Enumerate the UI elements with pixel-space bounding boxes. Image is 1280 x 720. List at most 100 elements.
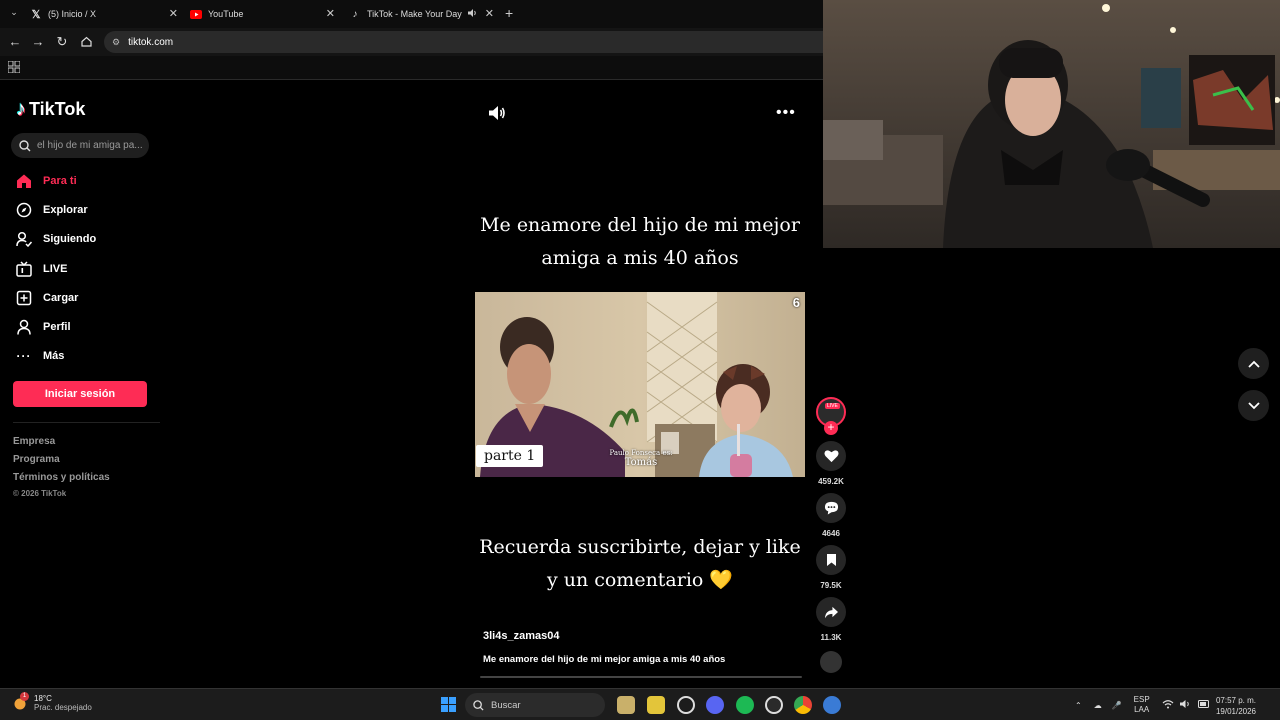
home-icon[interactable] [78,34,94,50]
sidebar-item-label: Para ti [43,175,77,187]
upload-plus-icon [16,290,32,306]
close-tab-icon[interactable]: ✕ [169,7,178,20]
close-tab-icon[interactable]: ✕ [485,7,494,20]
url-field[interactable]: ⚙ tiktok.com [104,31,823,53]
battery-icon[interactable] [1197,700,1210,710]
credit-line-2: Tomás [624,457,658,468]
video-progress-bar[interactable] [480,676,802,678]
next-video-button[interactable] [1238,390,1269,421]
microphone-icon[interactable]: 🎤 [1112,701,1122,710]
channel-logo: 6 [792,295,800,310]
video-username[interactable]: 3li4s_zamas04 [483,630,559,642]
save-count: 79.5K [820,581,842,590]
previous-video-button[interactable] [1238,348,1269,379]
share-button[interactable] [816,597,846,627]
bookmark-button[interactable] [816,545,846,575]
show-hidden-icons[interactable]: ⌃ [1075,701,1082,710]
new-tab-button[interactable]: + [505,5,513,21]
taskbar-search-label: Buscar [491,699,521,711]
volume-icon[interactable] [488,104,506,122]
login-button[interactable]: Iniciar sesión [13,381,147,407]
tab-title: TikTok - Make Your Day [367,9,462,19]
wifi-icon[interactable] [1162,699,1174,711]
footer-link-empresa[interactable]: Empresa [13,436,55,447]
sidebar-item-label: Cargar [43,292,79,304]
spotify-icon[interactable] [736,696,754,714]
network-app-icon[interactable] [823,696,841,714]
windows-start-icon[interactable] [441,697,456,712]
tab-tiktok[interactable]: ♪ TikTok - Make Your Day ✕ [349,2,495,26]
tab-search-button[interactable]: ⌄ [7,7,21,21]
language-bottom: LAA [1134,705,1150,714]
video-player[interactable]: 6 parte 1 Paulo Fonseca es: Tomás [475,292,805,477]
search-icon [19,139,31,151]
tab-x[interactable]: 𝕏 (5) Inicio / X ✕ [30,2,178,26]
site-info-icon[interactable]: ⚙ [112,37,120,48]
like-count: 459.2K [818,477,844,486]
heart-icon [823,450,839,463]
obs-icon[interactable] [765,696,783,714]
sidebar-item-mas[interactable]: ··· Más [16,345,65,367]
speaker-icon[interactable] [468,8,478,20]
discord-icon[interactable] [706,696,724,714]
taskbar-clock[interactable]: 07:57 p. m. 19/01/2026 [1216,695,1256,717]
clock-date: 19/01/2026 [1215,707,1256,716]
weather-temperature: 18°C [34,694,52,703]
language-indicator[interactable]: ESP LAA [1134,695,1150,715]
sidebar-item-explorar[interactable]: Explorar [16,199,88,221]
copyright-text: © 2026 TikTok [13,489,67,498]
apps-grid-icon[interactable] [8,61,20,73]
credit-line-1: Paulo Fonseca es: [609,449,673,457]
comment-count: 4646 [822,529,840,538]
tiktok-logo[interactable]: ♪ TikTok [16,98,85,121]
forward-icon[interactable]: → [30,34,46,50]
x-logo-icon: 𝕏 [31,8,41,21]
sidebar-item-perfil[interactable]: Perfil [16,316,71,338]
close-tab-icon[interactable]: ✕ [326,7,335,20]
weather-condition: Prac. despejado [34,703,92,712]
address-bar: ← → ↻ ⚙ tiktok.com [0,28,823,56]
sidebar-item-label: Perfil [43,321,71,333]
system-tray: ⌃ ☁ 🎤 ESP LAA [1075,689,1210,720]
back-icon[interactable]: ← [7,34,23,50]
sticky-notes-icon[interactable] [647,696,665,714]
tab-youtube[interactable]: YouTube ✕ [190,2,335,26]
compass-icon [16,202,32,218]
sidebar-item-label: Siguiendo [43,233,97,245]
search-input[interactable]: el hijo de mi amiga pa... [11,133,149,158]
comment-button[interactable] [816,493,846,523]
chevron-down-icon [1247,401,1260,409]
chrome-icon[interactable] [794,696,812,714]
sidebar-item-label: Más [43,350,65,362]
video-caption-top: Me enamore del hijo de mi mejor amiga a … [480,214,800,269]
tiktok-logo-icon: ♪ [352,8,358,20]
clock-time: 07:57 p. m. [1215,696,1256,705]
reload-icon[interactable]: ↻ [54,34,70,50]
tab-title: YouTube [208,9,244,19]
bookmark-icon [826,554,836,566]
file-explorer-icon[interactable] [617,696,635,714]
sidebar-item-live[interactable]: LIVE [16,258,67,280]
taskbar-search[interactable]: Buscar [465,693,605,717]
cloud-icon[interactable]: ☁ [1094,701,1102,710]
browser-tab-bar: ⌄ 𝕏 (5) Inicio / X ✕ YouTube ✕ ♪ TikTok … [0,0,823,28]
language-top: ESP [1133,695,1150,704]
video-caption-bottom: Recuerda suscribirte, dejar y like y un … [479,536,801,591]
share-arrow-icon [824,606,838,618]
more-dots-icon: ··· [16,349,32,363]
follow-button[interactable]: + [824,421,838,435]
weather-widget[interactable]: 1 18°C Prac. despejado [12,692,92,712]
sidebar-item-para-ti[interactable]: Para ti [16,170,77,192]
more-options-icon[interactable]: ••• [776,104,796,122]
volume-tray-icon[interactable] [1179,699,1192,711]
comment-icon [824,501,838,515]
footer-link-terminos[interactable]: Términos y políticas [13,472,110,483]
sidebar-item-siguiendo[interactable]: Siguiendo [16,228,96,250]
like-button[interactable] [816,441,846,471]
music-disc-icon[interactable] [820,651,842,673]
chatgpt-icon[interactable] [677,696,695,714]
sidebar-item-cargar[interactable]: Cargar [16,287,78,309]
footer-link-programa[interactable]: Programa [13,454,60,465]
weather-sun-icon: 1 [12,692,29,711]
part-label: parte 1 [476,445,544,467]
